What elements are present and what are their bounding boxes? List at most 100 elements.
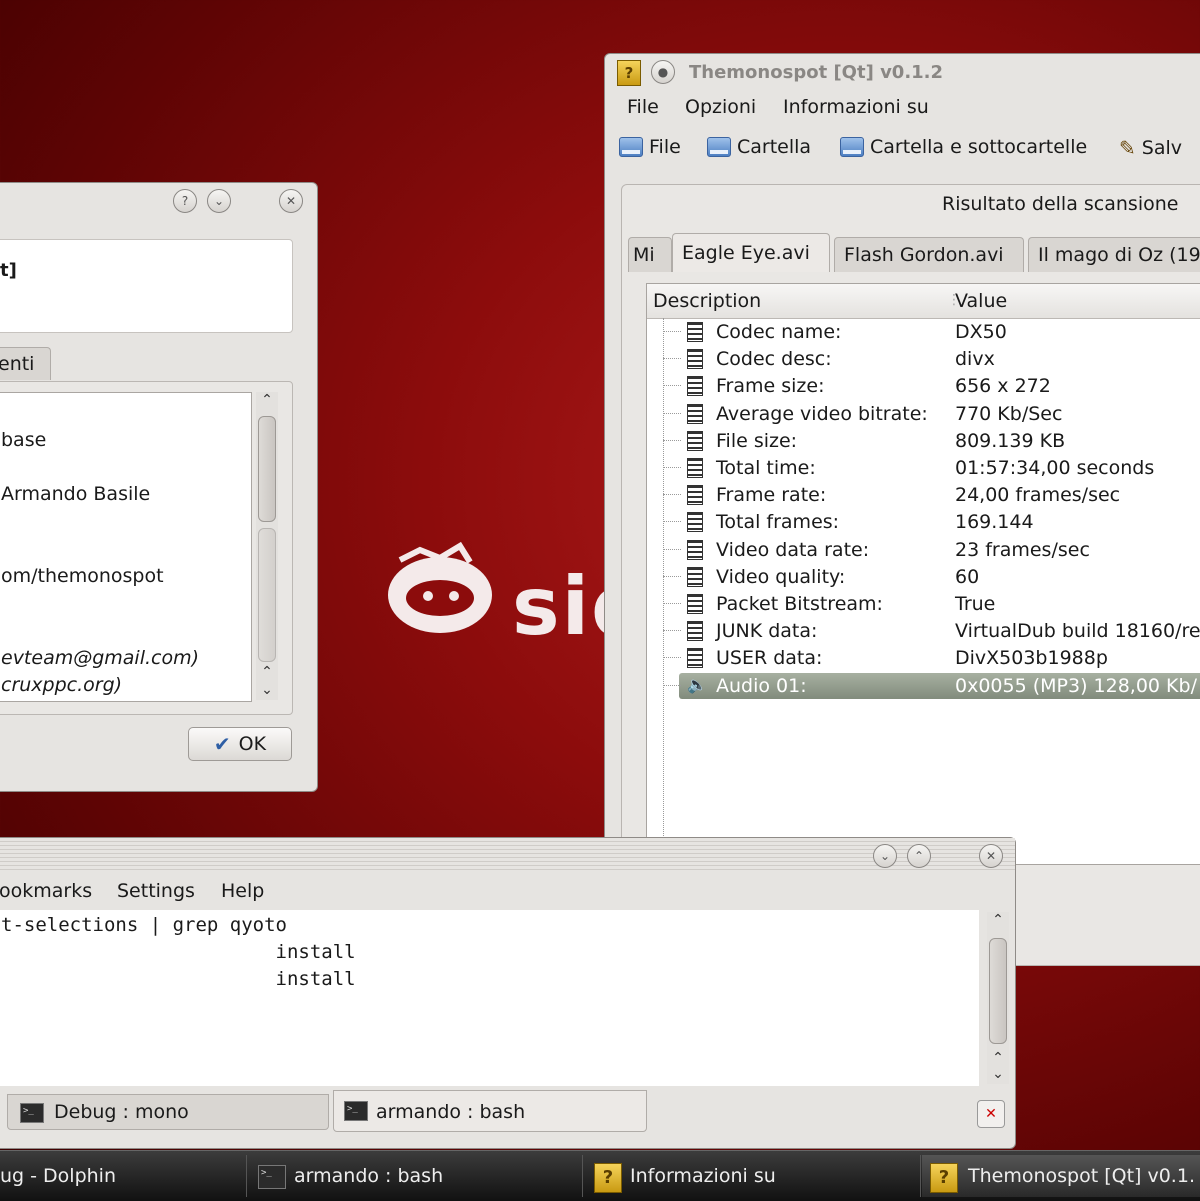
tree-row[interactable]: Frame size: 656 x 272 (647, 372, 1200, 399)
task-label: Themonospot [Qt] v0.1. (968, 1165, 1195, 1187)
task-label: Informazioni su (630, 1165, 776, 1187)
scroll-track[interactable] (258, 528, 276, 662)
menu-options[interactable]: Opzioni (685, 96, 756, 118)
open-folder-label: Cartella (737, 136, 812, 158)
open-folder-recursive-button[interactable]: Cartella e sottocartelle (840, 136, 1087, 158)
column-value[interactable]: Value (955, 290, 1007, 312)
tree-row[interactable]: Codec name: DX50 (647, 318, 1200, 345)
row-description: Frame rate: (716, 484, 827, 507)
row-value: DX50 (955, 321, 1007, 343)
terminal-line: t-selections | grep qyoto (1, 914, 287, 936)
tree-row[interactable]: Codec desc: divx (647, 345, 1200, 372)
scroll-up-icon[interactable]: ⌃ (988, 1050, 1008, 1066)
drive-icon (707, 137, 731, 157)
tree-row[interactable]: Average video bitrate: 770 Kb/Sec (647, 400, 1200, 427)
tree-row[interactable]: Total time: 01:57:34,00 seconds (647, 454, 1200, 481)
menu-bookmarks[interactable]: ookmarks (0, 880, 92, 902)
terminal-scrollbar[interactable]: ⌃ ⌃ ⌄ (987, 912, 1009, 1084)
desktop-logo-icon (380, 540, 510, 645)
menu-about[interactable]: Informazioni su (783, 96, 929, 118)
open-file-label: File (649, 136, 681, 158)
scroll-up-icon[interactable]: ⌃ (257, 664, 277, 680)
tab-components[interactable]: enti (0, 347, 51, 380)
about-title: t] (0, 260, 17, 281)
film-icon (687, 376, 703, 397)
tree-row[interactable]: Video data rate: 23 frames/sec (647, 536, 1200, 563)
open-folder-button[interactable]: Cartella (707, 136, 811, 158)
about-dialog: ? ⌄ ✕ t] enti base Armando Basile om/the… (0, 182, 318, 792)
task-about[interactable]: ? Informazioni su (584, 1155, 921, 1197)
tab-file[interactable]: Il mago di Oz (19 (1028, 237, 1200, 272)
task-themonospot[interactable]: ? Themonospot [Qt] v0.1. (922, 1155, 1200, 1197)
open-file-button[interactable]: File (619, 136, 681, 158)
row-value: DivX503b1988p (955, 647, 1108, 670)
scroll-up-icon[interactable]: ⌃ (257, 392, 277, 408)
film-icon (687, 512, 703, 533)
app-icon: ? (594, 1163, 622, 1193)
film-icon (687, 539, 703, 560)
help-icon[interactable]: ? (173, 189, 197, 213)
terminal-icon (344, 1101, 368, 1121)
scroll-down-icon[interactable]: ⌄ (257, 682, 277, 698)
terminal-line: install (1, 941, 356, 963)
tree-row[interactable]: Total frames: 169.144 (647, 508, 1200, 535)
tree-row[interactable]: Frame rate: 24,00 frames/sec (647, 481, 1200, 508)
window-title: Themonospot [Qt] v0.1.2 (689, 62, 944, 83)
close-icon[interactable]: ✕ (979, 844, 1003, 868)
tree-branch-line (663, 657, 681, 659)
maximize-icon[interactable]: ⌃ (907, 844, 931, 868)
menu-help[interactable]: Help (221, 880, 264, 902)
row-value: 24,00 frames/sec (955, 484, 1121, 507)
themonospot-window: ? ● Themonospot [Qt] v0.1.2 File Opzioni… (604, 53, 1200, 966)
menu-settings[interactable]: Settings (117, 880, 195, 902)
menu-file[interactable]: File (627, 96, 659, 118)
terminal-line: install (1, 968, 356, 990)
tab-file-active[interactable]: Eagle Eye.avi (672, 233, 830, 272)
scroll-up-icon[interactable]: ⌃ (988, 912, 1008, 928)
task-bash[interactable]: armando : bash (248, 1155, 583, 1197)
ok-button[interactable]: ✔ OK (188, 727, 292, 761)
konsole-tab-bash[interactable]: armando : bash (333, 1090, 647, 1132)
row-description: Average video bitrate: (716, 402, 928, 425)
tab-label: Eagle Eye.avi (682, 242, 810, 264)
tree-row[interactable]: JUNK data: VirtualDub build 18160/re (647, 617, 1200, 644)
check-icon: ✔ (213, 732, 231, 756)
minimize-icon[interactable]: ⌄ (873, 844, 897, 868)
row-description: Packet Bitstream: (716, 593, 883, 615)
task-dolphin[interactable]: ug - Dolphin (0, 1155, 247, 1197)
tree-row[interactable]: File size: 809.139 KB (647, 427, 1200, 454)
info-tree[interactable]: Description ⋮ Value Codec name: DX50 Codec… (646, 283, 1200, 865)
terminal-output[interactable]: t-selections | grep qyoto install instal… (0, 910, 979, 1086)
tree-row[interactable]: USER data: DivX503b1988p (647, 644, 1200, 671)
column-description[interactable]: Description (653, 290, 761, 312)
close-icon[interactable]: ✕ (279, 189, 303, 213)
konsole-titlebar[interactable] (0, 838, 1015, 872)
row-value: 770 Kb/Sec (955, 402, 1063, 425)
drive-icon (840, 137, 864, 157)
pin-icon[interactable]: ● (651, 60, 675, 84)
about-line: om/themonospot (1, 565, 164, 587)
tree-row[interactable]: 🔈 Audio 01: 0x0055 (MP3) 128,00 Kb/ (647, 672, 1200, 699)
ok-label: OK (238, 733, 267, 755)
group-title: Risultato della scansione (942, 193, 1179, 215)
scroll-thumb[interactable] (989, 938, 1007, 1044)
tab-label: Debug : mono (54, 1101, 189, 1123)
tree-branch-line (663, 548, 681, 550)
tab-file[interactable]: Flash Gordon.avi (834, 237, 1024, 272)
row-value: 169.144 (955, 511, 1034, 534)
tab-file[interactable]: Mi (628, 237, 672, 272)
menubar: File Opzioni Informazioni su (605, 94, 1200, 124)
film-icon (687, 349, 703, 370)
row-description: Video quality: (716, 565, 846, 588)
about-line: cruxppc.org) (1, 674, 123, 696)
scroll-down-icon[interactable]: ⌄ (988, 1066, 1008, 1082)
close-tab-icon[interactable]: ✕ (977, 1100, 1005, 1128)
minimize-icon[interactable]: ⌄ (207, 189, 231, 213)
toolbar: File Cartella Cartella e sottocartelle ✎… (605, 130, 1200, 170)
tree-row[interactable]: Video quality: 60 (647, 563, 1200, 590)
konsole-tab-debug[interactable]: Debug : mono (7, 1094, 329, 1130)
tree-row[interactable]: Packet Bitstream: True (647, 590, 1200, 617)
save-button[interactable]: ✎ Salv (1119, 136, 1182, 160)
about-scrollbar[interactable]: ⌃ ⌃ ⌄ (256, 392, 278, 700)
scroll-thumb[interactable] (258, 416, 276, 522)
